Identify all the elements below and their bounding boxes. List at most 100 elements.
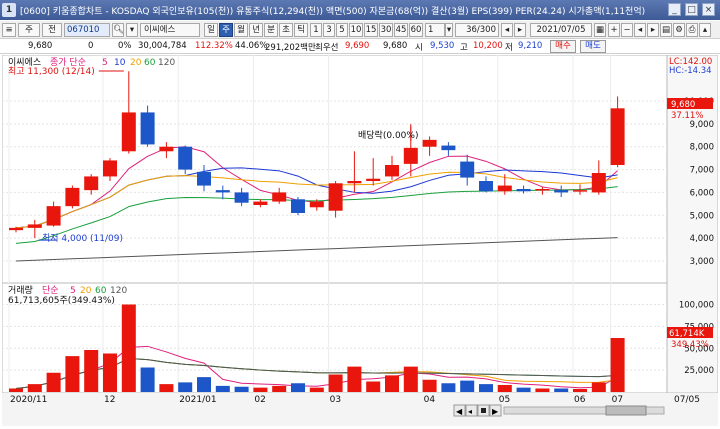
high-label: 고: [460, 43, 468, 53]
candle-body: [441, 145, 456, 151]
candle-body: [65, 187, 80, 207]
ma-legend-10: 10: [114, 58, 126, 68]
interval-button-week[interactable]: 주: [18, 23, 40, 37]
volume-current-text: 61,713,605주(349.43%): [8, 295, 115, 306]
price-tick-label: 3,000: [690, 257, 714, 267]
candle-body: [516, 189, 531, 192]
volume-bar: [253, 387, 268, 392]
minimize-icon[interactable]: _: [668, 3, 681, 16]
menu-icon[interactable]: ≡: [2, 23, 16, 37]
volume-bar: [197, 377, 211, 392]
period-button-day[interactable]: 일: [204, 23, 218, 37]
x-axis-tick-label: 02: [254, 395, 265, 405]
buy-button[interactable]: 매수: [550, 40, 576, 53]
vol-ma-legend-5: 5: [70, 286, 76, 296]
best-bid: 9,680: [383, 41, 408, 51]
candle-body: [103, 160, 117, 177]
interval-button-all[interactable]: 전: [42, 23, 62, 37]
scroll-left-icon[interactable]: ◂: [634, 23, 646, 37]
zoom-in-icon[interactable]: +: [608, 23, 620, 37]
count-dropdown-icon[interactable]: ▾: [445, 23, 453, 37]
x-axis-tick-label: 07: [612, 395, 623, 405]
x-axis-tick-label: 04: [424, 395, 436, 405]
date-input[interactable]: 2021/07/05: [530, 23, 592, 37]
minute-button-30[interactable]: 30: [379, 23, 393, 37]
low-price: 9,210: [518, 41, 543, 51]
maximize-icon[interactable]: □: [685, 3, 698, 16]
volume-bar: [516, 387, 531, 392]
scroll-right-icon[interactable]: ▸: [647, 23, 659, 37]
volume-bar: [140, 367, 155, 392]
search-icon[interactable]: 🔍︎: [112, 23, 124, 37]
window-titlebar: 1 [0600] 키움종합차트 - KOSDAQ 외국인보유(105(천)) 유…: [0, 0, 720, 20]
vol-ma-legend-20: 20: [80, 286, 92, 296]
volume-bar: [9, 388, 23, 392]
minute-button-5[interactable]: 5: [336, 23, 348, 37]
minute-button-1[interactable]: 1: [310, 23, 322, 37]
candle-body: [385, 165, 399, 177]
period-button-week[interactable]: 주: [219, 23, 233, 37]
price-change: 0: [88, 41, 94, 51]
count-select[interactable]: 1: [425, 23, 445, 37]
volume-bar: [234, 386, 249, 392]
stock-code-input[interactable]: 067010: [64, 23, 110, 37]
candlestick-chart[interactable]: 3,0004,0005,0006,0007,0008,0009,00010,00…: [1, 54, 719, 426]
window-info-text: [0600] 키움종합차트 - KOSDAQ 외국인보유(105(천)) 유통주…: [20, 7, 646, 17]
candle-body: [140, 112, 155, 145]
range-input[interactable]: 36/300: [455, 23, 499, 37]
minute-button-10[interactable]: 10: [349, 23, 363, 37]
print-icon[interactable]: ⎙: [686, 23, 698, 37]
range-prev-icon[interactable]: ◂: [501, 23, 513, 37]
pin-icon[interactable]: ▴: [699, 23, 711, 37]
volume: 30,004,784: [138, 41, 187, 51]
period-button-minute[interactable]: 분: [264, 23, 278, 37]
calendar-icon[interactable]: ▦: [594, 23, 606, 37]
minute-button-60[interactable]: 60: [409, 23, 423, 37]
price-tick-label: 7,000: [690, 166, 714, 176]
candle-body: [272, 192, 287, 202]
period-button-tick[interactable]: 틱: [294, 23, 308, 37]
stock-name-field[interactable]: 이씨에스: [140, 23, 200, 37]
zoom-out-icon[interactable]: −: [621, 23, 633, 37]
current-price-tag-text: 9,680: [671, 100, 695, 110]
x-axis-right-label: 07/05: [674, 395, 700, 405]
chart-area[interactable]: 3,0004,0005,0006,0007,0008,0009,00010,00…: [1, 54, 719, 426]
candle-body: [328, 183, 343, 211]
volume-bar: [291, 383, 305, 392]
window-number: 1: [2, 3, 16, 17]
volume-bar: [159, 384, 174, 392]
candle-body: [347, 181, 362, 184]
period-button-year[interactable]: 년: [249, 23, 263, 37]
volume-bar: [385, 375, 399, 392]
settings-icon[interactable]: ⚙: [673, 23, 685, 37]
price-change-pct: 0%: [118, 41, 132, 51]
volume-current-tag-text: 61,714K: [669, 329, 705, 339]
candle-body: [497, 185, 512, 192]
volume-bar: [554, 388, 569, 392]
volume-ratio: 112.32%: [195, 41, 233, 51]
range-next-icon[interactable]: ▸: [514, 23, 526, 37]
max-annotation: 최고 11,300 (12/14): [8, 66, 95, 77]
current-price: 9,680: [28, 41, 53, 51]
quote-bar: 9,680 0 0% 30,004,784 112.32% 44.06% 291…: [0, 39, 720, 54]
price-tick-label: 8,000: [690, 143, 714, 153]
candle-body: [159, 146, 174, 152]
scrollbar-thumb[interactable]: [605, 405, 647, 416]
x-axis-tick-label: 05: [499, 395, 510, 405]
minute-button-3[interactable]: 3: [323, 23, 335, 37]
dropdown-icon[interactable]: ▾: [126, 23, 138, 37]
grid-icon[interactable]: ▤: [660, 23, 672, 37]
svg-text:◀: ◀: [456, 407, 463, 416]
period-button-second[interactable]: 초: [279, 23, 293, 37]
candle-body: [121, 112, 136, 152]
close-icon[interactable]: ×: [702, 3, 715, 16]
volume-bar: [422, 379, 437, 392]
volume-bar: [272, 385, 287, 392]
minute-button-45[interactable]: 45: [394, 23, 408, 37]
price-tick-label: 4,000: [690, 234, 714, 244]
period-button-month[interactable]: 월: [234, 23, 248, 37]
minute-button-15[interactable]: 15: [364, 23, 378, 37]
sell-button[interactable]: 매도: [580, 40, 606, 53]
volume-bar: [347, 366, 362, 392]
min-annotation: 최저 4,000 (11/09): [42, 233, 123, 244]
